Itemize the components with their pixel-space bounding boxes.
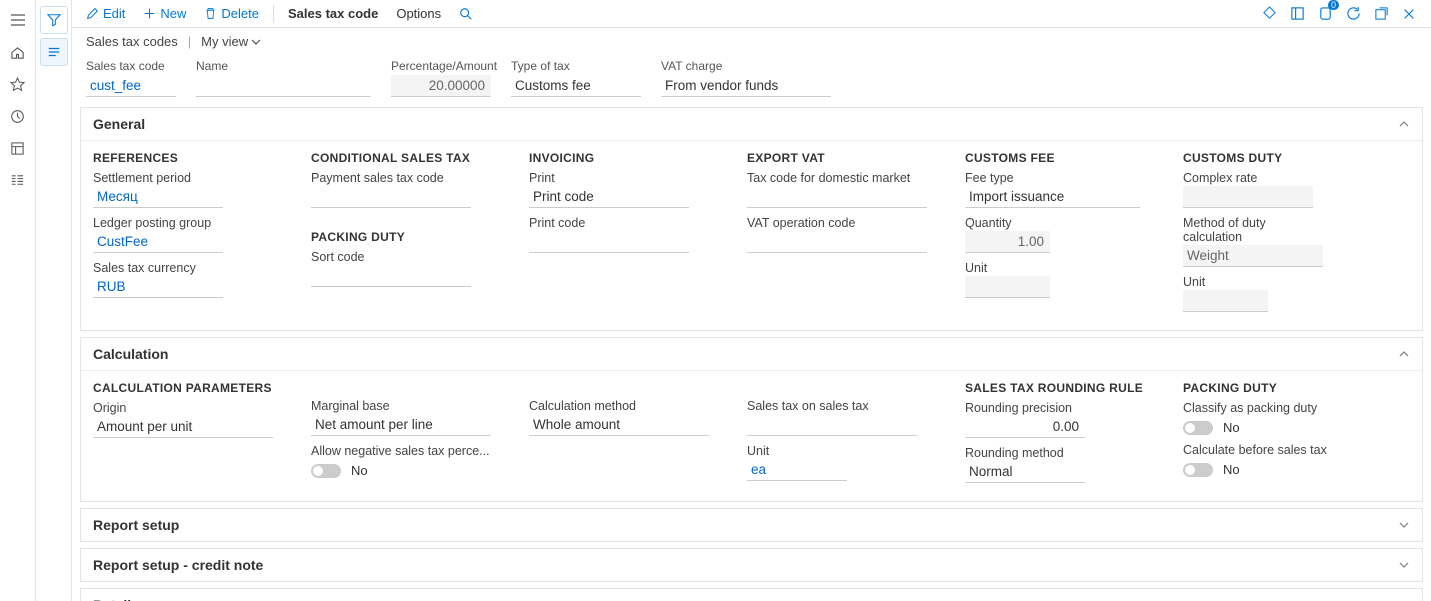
type-of-tax-label: Type of tax (511, 59, 641, 73)
breadcrumb: Sales tax codes | My view (72, 28, 1431, 59)
close-icon[interactable] (1399, 4, 1419, 24)
vat-operation-code-field[interactable] (747, 231, 927, 253)
fasttab-calculation-header[interactable]: Calculation (81, 338, 1422, 370)
action-bar: Edit New Delete Sales tax code Options (72, 0, 1431, 28)
name-label: Name (196, 59, 371, 73)
tab-sales-tax-code[interactable]: Sales tax code (280, 3, 386, 24)
name-field[interactable] (196, 75, 371, 97)
chevron-down-icon (1398, 519, 1410, 531)
duty-calc-method-field: Weight (1183, 245, 1323, 267)
sales-tax-currency-field[interactable]: RUB (93, 276, 223, 298)
classify-packing-toggle[interactable]: No (1183, 420, 1343, 435)
fasttab-report-setup-credit-note: Report setup - credit note (80, 548, 1423, 582)
rounding-precision-field[interactable]: 0.00 (965, 416, 1085, 438)
customs-duty-group-title: CUSTOMS DUTY (1183, 151, 1373, 165)
office-icon[interactable] (1287, 4, 1307, 24)
invoicing-group-title: INVOICING (529, 151, 719, 165)
fasttab-general-header[interactable]: General (81, 108, 1422, 140)
edit-label: Edit (103, 6, 125, 21)
calc-unit-field[interactable]: ea (747, 459, 847, 481)
new-button[interactable]: New (135, 3, 194, 24)
domestic-tax-code-field[interactable] (747, 186, 927, 208)
settlement-period-field[interactable]: Месяц (93, 186, 223, 208)
related-info-icon[interactable] (40, 38, 68, 66)
fasttab-retail-header[interactable]: Retail (81, 589, 1422, 601)
rounding-group-title: SALES TAX ROUNDING RULE (965, 381, 1155, 395)
chevron-down-icon (251, 37, 261, 47)
percentage-field: 20.00000 (391, 75, 491, 97)
calc-method-field[interactable]: Whole amount (529, 414, 709, 436)
fasttab-report-setup-header[interactable]: Report setup (81, 509, 1422, 541)
chevron-down-icon (1398, 559, 1410, 571)
fasttab-retail: Retail (80, 588, 1423, 601)
form-rail (36, 0, 72, 601)
ledger-posting-group-field[interactable]: CustFee (93, 231, 223, 253)
rounding-method-field[interactable]: Normal (965, 461, 1085, 483)
fasttab-calculation: Calculation CALCULATION PARAMETERS Origi… (80, 337, 1423, 502)
workspace-icon[interactable] (4, 134, 32, 162)
type-of-tax-field[interactable]: Customs fee (511, 75, 641, 97)
print-code-field[interactable] (529, 231, 689, 253)
home-icon[interactable] (4, 38, 32, 66)
delete-button[interactable]: Delete (196, 3, 267, 24)
customs-fee-unit-field (965, 276, 1050, 298)
header-fields: Sales tax code cust_fee Name Percentage/… (72, 59, 1431, 107)
customs-fee-group-title: CUSTOMS FEE (965, 151, 1155, 165)
chevron-up-icon (1398, 118, 1410, 130)
fasttab-report-setup-cn-header[interactable]: Report setup - credit note (81, 549, 1422, 581)
export-vat-group-title: EXPORT VAT (747, 151, 937, 165)
chevron-up-icon (1398, 348, 1410, 360)
view-selector[interactable]: My view (201, 34, 261, 49)
breadcrumb-entity: Sales tax codes (86, 34, 178, 49)
new-label: New (160, 6, 186, 21)
delete-label: Delete (221, 6, 259, 21)
refresh-icon[interactable] (1343, 4, 1363, 24)
left-nav-rail (0, 0, 36, 601)
allow-negative-toggle[interactable]: No (311, 463, 491, 478)
fasttab-report-setup: Report setup (80, 508, 1423, 542)
edit-button[interactable]: Edit (78, 3, 133, 24)
references-group-title: REFERENCES (93, 151, 283, 165)
calc-params-group-title: CALCULATION PARAMETERS (93, 381, 283, 395)
quantity-field: 1.00 (965, 231, 1050, 253)
packing-duty-group-title: PACKING DUTY (311, 230, 501, 244)
vat-charge-field[interactable]: From vendor funds (661, 75, 831, 97)
payment-sales-tax-code-field[interactable] (311, 186, 471, 208)
notification-icon[interactable]: 0 (1315, 4, 1335, 24)
fasttab-general: General REFERENCES Settlement periodМеся… (80, 107, 1423, 331)
recent-icon[interactable] (4, 102, 32, 130)
notification-badge: 0 (1328, 0, 1339, 10)
calc-packing-group-title: PACKING DUTY (1183, 381, 1373, 395)
origin-field[interactable]: Amount per unit (93, 416, 273, 438)
star-icon[interactable] (4, 70, 32, 98)
customs-duty-unit-field (1183, 290, 1268, 312)
popout-icon[interactable] (1371, 4, 1391, 24)
sales-tax-code-label: Sales tax code (86, 59, 176, 73)
hamburger-icon[interactable] (4, 6, 32, 34)
attach-icon[interactable] (1259, 4, 1279, 24)
sales-tax-on-sales-tax-field[interactable] (747, 414, 917, 436)
calc-before-toggle[interactable]: No (1183, 462, 1343, 477)
conditional-group-title: CONDITIONAL SALES TAX (311, 151, 501, 165)
filter-icon[interactable] (40, 6, 68, 34)
sort-code-field[interactable] (311, 265, 471, 287)
modules-icon[interactable] (4, 166, 32, 194)
vat-charge-label: VAT charge (661, 59, 831, 73)
sales-tax-code-field[interactable]: cust_fee (86, 75, 176, 97)
search-button[interactable] (451, 4, 481, 24)
marginal-base-field[interactable]: Net amount per line (311, 414, 491, 436)
print-field[interactable]: Print code (529, 186, 689, 208)
tab-options[interactable]: Options (388, 3, 449, 24)
complex-rate-field (1183, 186, 1313, 208)
percentage-label: Percentage/Amount (391, 59, 491, 73)
fee-type-field[interactable]: Import issuance (965, 186, 1140, 208)
